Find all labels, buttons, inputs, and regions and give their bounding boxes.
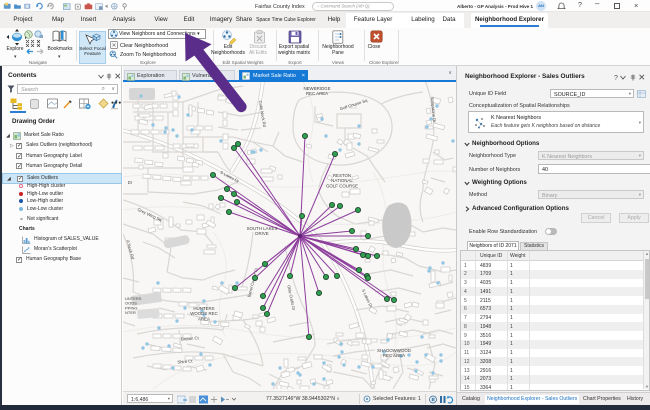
svg-text:?: ? [614, 75, 618, 81]
svg-text:Dr: Dr [128, 180, 133, 185]
svg-text:NEWBRIDGEREC AREA: NEWBRIDGEREC AREA [303, 86, 330, 96]
